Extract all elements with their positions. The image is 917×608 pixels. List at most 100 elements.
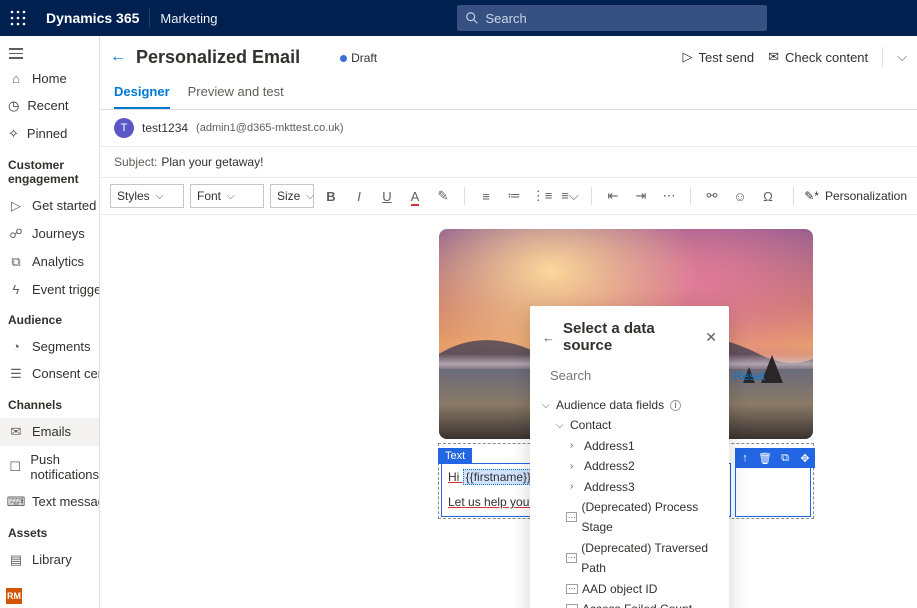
tree-address3[interactable]: ›Address3 [542, 477, 725, 497]
bell-icon: ☐ [8, 459, 22, 475]
subject-row[interactable]: Subject: Plan your getaway! [100, 147, 917, 178]
popover-reset-link[interactable]: Reset [734, 369, 765, 383]
list-bullet-button[interactable]: ⋮≡ [531, 188, 553, 204]
tree-address2[interactable]: ›Address2 [542, 456, 725, 476]
field-icon: ⋯ [566, 553, 577, 563]
nav-emails[interactable]: ✉Emails [0, 418, 100, 446]
indent-button[interactable]: ⇤ [602, 188, 624, 204]
chevron-down-icon: ⌵ [156, 191, 164, 202]
nav-consent[interactable]: ☰Consent center [0, 360, 100, 388]
nav-sms[interactable]: ⌨Text messages [0, 488, 100, 516]
underline-button[interactable]: U [376, 189, 398, 204]
check-content-button[interactable]: ✉Check content [768, 49, 868, 65]
drag-handle-icon[interactable]: ✥ [795, 448, 815, 468]
page-title: Personalized Email [136, 47, 300, 68]
symbol-button[interactable]: Ω [757, 189, 779, 204]
send-icon: ▷ [682, 49, 692, 65]
link-button[interactable]: ⚯ [701, 188, 723, 204]
segment-icon: ◔ [8, 339, 24, 354]
info-icon[interactable]: i [670, 400, 681, 411]
chevron-down-icon: ⌵ [227, 191, 235, 202]
nav-home[interactable]: ⌂ Home [0, 65, 100, 92]
search-icon [465, 11, 479, 25]
chevron-down-icon: ⌵ [542, 397, 552, 414]
tree-audience-root[interactable]: ⌵Audience data fieldsi [542, 395, 725, 415]
subject-label: Subject: [114, 155, 157, 169]
block-actions-toolbar: ↑ 🗑 ⧉ ✥ [735, 448, 815, 468]
text-block-right[interactable] [735, 463, 811, 517]
tab-preview[interactable]: Preview and test [188, 78, 284, 109]
chart-icon: ⧉ [8, 254, 24, 270]
module-name[interactable]: Marketing [150, 11, 227, 26]
tab-designer[interactable]: Designer [114, 78, 170, 109]
chevron-right-icon: › [570, 478, 580, 495]
more-chevron-icon[interactable]: ⌵ [897, 49, 907, 65]
line-height-button[interactable]: ≡⌵ [559, 188, 581, 204]
move-up-icon[interactable]: ↑ [735, 448, 755, 468]
nav-push[interactable]: ☐Push notifications [0, 446, 100, 488]
size-dropdown[interactable]: Size⌵ [270, 184, 314, 208]
nav-journeys[interactable]: ☍Journeys [0, 220, 100, 248]
outdent-button[interactable]: ⇥ [630, 188, 652, 204]
font-dropdown[interactable]: Font⌵ [190, 184, 264, 208]
bold-button[interactable]: B [320, 189, 342, 204]
more-format-button[interactable]: ⋯ [658, 188, 680, 204]
nav-get-started[interactable]: ▷Get started [0, 192, 100, 220]
chevron-right-icon: › [570, 437, 580, 454]
home-icon: ⌂ [8, 71, 24, 86]
nav-analytics[interactable]: ⧉Analytics [0, 248, 100, 276]
back-button[interactable]: ← [110, 48, 126, 66]
styles-dropdown[interactable]: Styles⌵ [110, 184, 184, 208]
delete-icon[interactable]: 🗑 [755, 448, 775, 468]
tree-contact[interactable]: ⌵Contact [542, 415, 725, 435]
subject-value: Plan your getaway! [161, 155, 263, 169]
nav-library[interactable]: ▤Library [0, 546, 100, 574]
nav-hamburger[interactable] [0, 42, 100, 65]
library-icon: ▤ [8, 552, 24, 568]
popover-back-icon[interactable]: ← [542, 330, 555, 345]
tree-field[interactable]: ⋯(Deprecated) Traversed Path [542, 538, 725, 579]
bolt-icon: ϟ [8, 282, 24, 297]
tree-field[interactable]: ⋯(Deprecated) Process Stage [542, 497, 725, 538]
editor-tabs: Designer Preview and test [100, 78, 917, 110]
field-icon: ⋯ [566, 604, 578, 608]
popover-close-icon[interactable]: ✕ [705, 329, 717, 346]
product-name[interactable]: Dynamics 365 [36, 10, 149, 26]
chevron-down-icon: ⌵ [306, 191, 314, 202]
personalization-button[interactable]: ✎*Personalization [804, 189, 907, 203]
app-launcher-icon[interactable] [0, 10, 36, 26]
data-source-popover: ← Select a data source ✕ Reset ⌵Audience… [530, 306, 729, 608]
nav-event-triggers[interactable]: ϟEvent triggers [0, 276, 100, 303]
email-canvas[interactable]: Text ↑ 🗑 ⧉ ✥ Hi {{firstname}}, Let us he… [100, 215, 917, 608]
nav-recent[interactable]: ◷Recent⌵ [0, 92, 100, 120]
tree-field[interactable]: ⋯AAD object ID [542, 579, 725, 599]
command-bar: ← Personalized Email Draft ▷Test send ✉C… [100, 36, 917, 78]
highlight-button[interactable]: ✎ [432, 188, 454, 204]
from-row: T test1234 (admin1@d365-mkttest.co.uk) [100, 110, 917, 147]
copy-icon[interactable]: ⧉ [775, 448, 795, 468]
chevron-down-icon: ⌵ [556, 417, 566, 434]
tree-field[interactable]: ⋯Access Failed Count [542, 599, 725, 608]
nav-group-engagement: Customer engagement [0, 148, 100, 192]
left-nav: ⌂ Home ◷Recent⌵ ✧Pinned⌵ Customer engagem… [0, 36, 100, 608]
nav-segments[interactable]: ◔Segments [0, 333, 100, 360]
area-switcher[interactable]: RM [6, 588, 22, 604]
emoji-button[interactable]: ☺ [729, 189, 751, 204]
shield-icon: ☰ [8, 366, 24, 382]
token-firstname[interactable]: {{firstname}} [463, 469, 534, 485]
data-source-tree: ⌵Audience data fieldsi ⌵Contact ›Address… [530, 389, 729, 608]
list-numbered-button[interactable]: ≔ [503, 188, 525, 204]
clock-icon: ◷ [8, 98, 19, 114]
global-search-input[interactable] [479, 11, 759, 26]
align-left-button[interactable]: ≡ [475, 189, 497, 204]
avatar: T [114, 118, 134, 138]
italic-button[interactable]: I [348, 189, 370, 204]
popover-search-input[interactable] [550, 368, 726, 383]
font-color-button[interactable]: A [404, 189, 426, 204]
tree-address1[interactable]: ›Address1 [542, 436, 725, 456]
nav-home-label: Home [32, 71, 67, 86]
nav-pinned[interactable]: ✧Pinned⌵ [0, 120, 100, 148]
global-search[interactable] [457, 5, 767, 31]
status-badge: Draft [340, 50, 377, 65]
test-send-button[interactable]: ▷Test send [682, 49, 754, 65]
